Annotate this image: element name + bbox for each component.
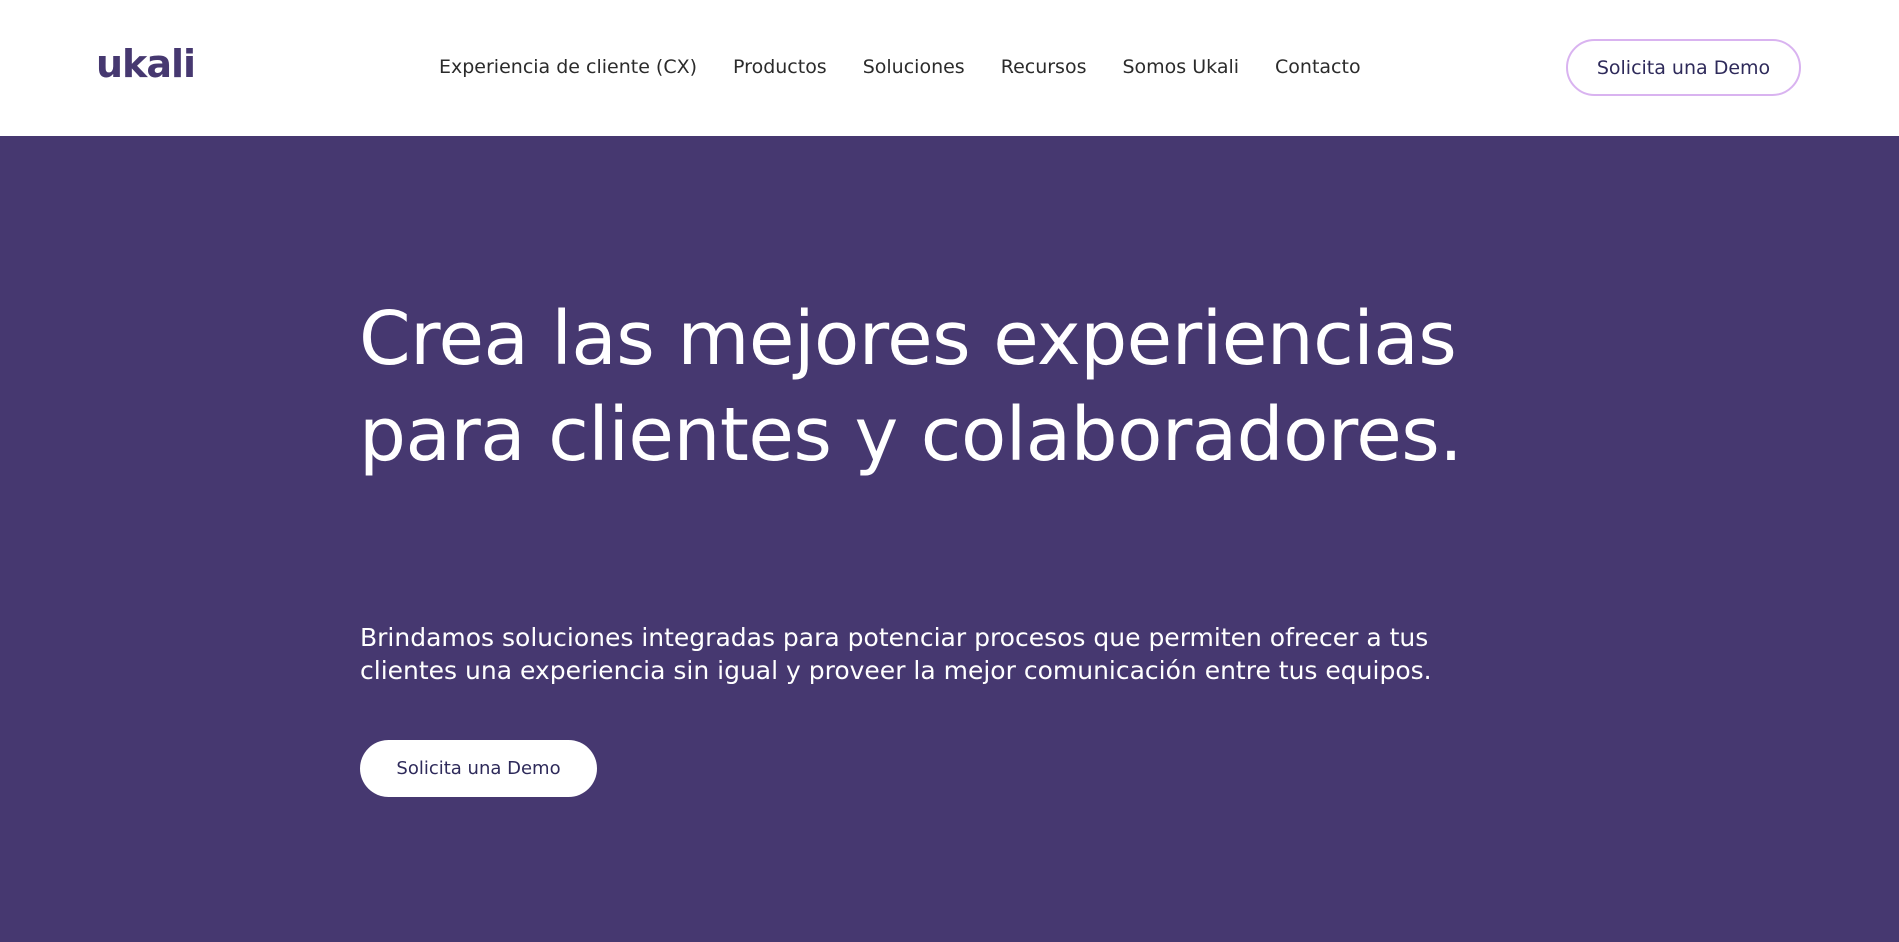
hero-section: Crea las mejores experiencias para clien…	[0, 136, 1899, 942]
hero-title: Crea las mejores experiencias para clien…	[359, 296, 1463, 478]
header-request-demo-button[interactable]: Solicita una Demo	[1566, 39, 1801, 96]
hero-subtitle: Brindamos soluciones integradas para pot…	[360, 623, 1432, 685]
nav-item-contacto[interactable]: Contacto	[1275, 52, 1361, 82]
nav-item-soluciones[interactable]: Soluciones	[863, 52, 965, 82]
ukali-logo[interactable]: ukali	[96, 40, 196, 88]
hero-request-demo-button[interactable]: Solicita una Demo	[360, 740, 597, 797]
nav-item-somos-ukali[interactable]: Somos Ukali	[1122, 52, 1239, 82]
nav-item-recursos[interactable]: Recursos	[1001, 52, 1087, 82]
nav-item-experiencia-de-cliente[interactable]: Experiencia de cliente (CX)	[439, 52, 697, 82]
nav-item-productos[interactable]: Productos	[733, 52, 827, 82]
site-header: ukali Experiencia de cliente (CX) Produc…	[0, 0, 1899, 136]
main-nav: Experiencia de cliente (CX) Productos So…	[439, 52, 1361, 82]
